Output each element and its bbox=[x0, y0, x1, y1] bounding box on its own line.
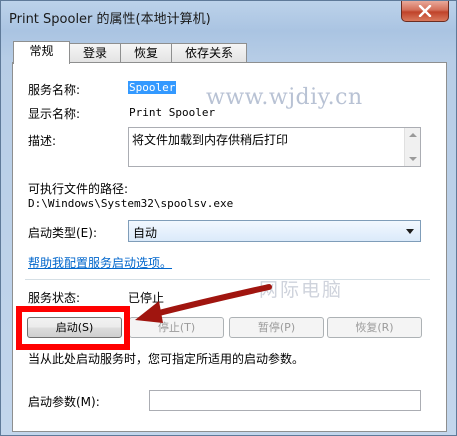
tab-general[interactable]: 常规 bbox=[13, 41, 70, 64]
tab-general-label: 常规 bbox=[29, 44, 54, 58]
dialog-window: Print Spooler 的属性(本地计算机) 常规 登录 恢复 依存关系 服… bbox=[0, 0, 457, 436]
pointer-arrow-icon bbox=[135, 284, 272, 323]
